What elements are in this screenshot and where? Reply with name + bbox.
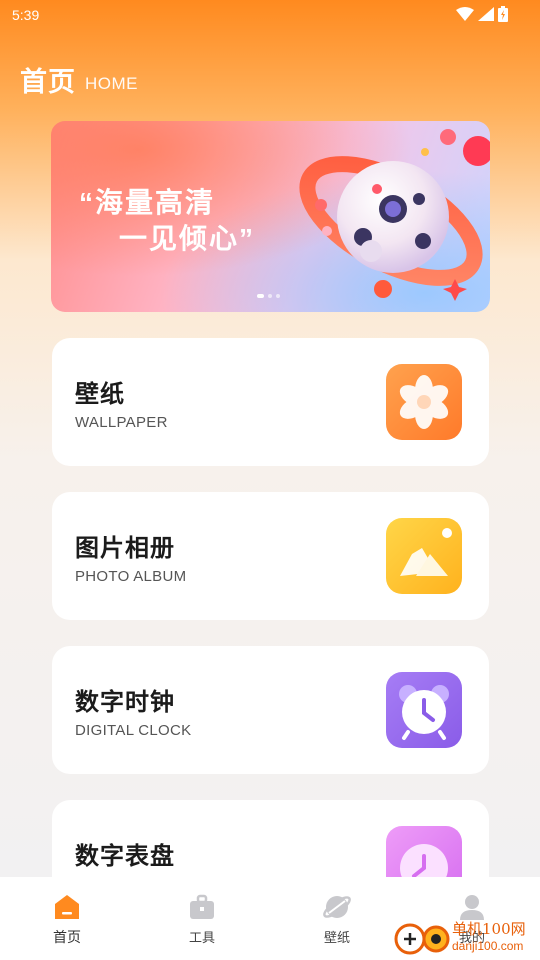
nav-item-home[interactable]: 首页: [27, 877, 107, 960]
card-wallpaper[interactable]: 壁纸 WALLPAPER: [52, 338, 489, 466]
card-subtitle: WALLPAPER: [75, 414, 168, 431]
carousel-dot: [268, 294, 272, 298]
carousel-indicator: [257, 294, 280, 298]
nav-item-tools[interactable]: 工具: [162, 877, 242, 960]
card-title: 数字表盘: [75, 843, 175, 870]
nav-label: 壁纸: [323, 930, 350, 945]
card-title: 图片相册: [75, 535, 175, 562]
nav-label: 工具: [188, 930, 215, 945]
flower-icon: [386, 364, 462, 440]
card-subtitle: PHOTO ALBUM: [75, 568, 187, 585]
watermark-line-2: danji100.com: [452, 939, 524, 953]
page-title: 首页: [20, 67, 76, 97]
watermark-logo-icon: [394, 923, 450, 955]
status-time: 5:39: [12, 7, 40, 23]
banner-carousel[interactable]: “海量高清 一见倾心”: [51, 121, 490, 312]
card-subtitle: DIGITAL CLOCK: [75, 722, 192, 739]
home-icon: [55, 895, 79, 919]
battery-icon: [498, 6, 508, 22]
wifi-icon: [456, 7, 474, 21]
planet-illustration: [299, 129, 490, 301]
card-digital-clock[interactable]: 数字时钟 DIGITAL CLOCK: [52, 646, 489, 774]
nav-label: 首页: [53, 929, 81, 945]
banner-line-1: “海量高清: [79, 187, 216, 218]
card-title: 壁纸: [75, 381, 125, 408]
signal-icon: [478, 7, 494, 21]
card-title: 数字时钟: [75, 689, 175, 716]
mountain-photo-icon: [386, 518, 462, 594]
site-watermark: 单机100网 danji100.com: [390, 915, 540, 960]
banner-line-2: 一见倾心”: [119, 223, 256, 254]
nav-item-wallpaper[interactable]: 壁纸: [297, 877, 377, 960]
carousel-dot: [276, 294, 280, 298]
watermark-line-1: 单机100网: [452, 920, 526, 938]
status-icons: [456, 6, 508, 22]
wallpaper-icon: [323, 896, 351, 918]
toolbox-icon: [190, 894, 214, 919]
alarm-clock-icon: [386, 672, 462, 748]
status-bar: 5:39: [0, 0, 540, 30]
carousel-dot: [257, 294, 264, 298]
card-photo-album[interactable]: 图片相册 PHOTO ALBUM: [52, 492, 489, 620]
page-subtitle: HOME: [85, 74, 138, 93]
